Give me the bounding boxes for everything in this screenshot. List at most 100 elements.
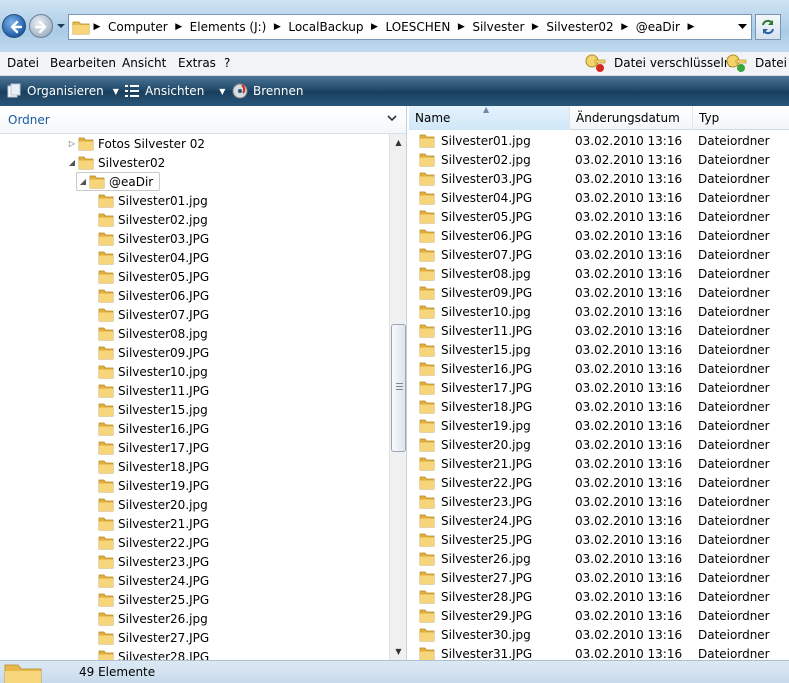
file-row[interactable]: Silvester05.JPG 03.02.2010 13:16 Dateiordn… <box>409 207 789 226</box>
scroll-down-arrow[interactable]: ▼ <box>390 643 407 660</box>
tree-item[interactable]: Silvester01.jpg <box>98 191 208 210</box>
file-row[interactable]: Silvester08.jpg 03.02.2010 13:16 Dateiordn… <box>409 264 789 283</box>
tree-item[interactable]: ◢ Silvester02 <box>66 153 165 172</box>
file-row[interactable]: Silvester03.JPG 03.02.2010 13:16 Dateiordn… <box>409 169 789 188</box>
tree-item[interactable]: Silvester05.JPG <box>98 267 209 286</box>
file-row[interactable]: Silvester28.JPG 03.02.2010 13:16 Dateiordn… <box>409 587 789 606</box>
breadcrumb-separator-icon[interactable]: ▶ <box>90 22 104 32</box>
file-row[interactable]: Silvester06.JPG 03.02.2010 13:16 Dateiordn… <box>409 226 789 245</box>
file-row[interactable]: Silvester07.JPG 03.02.2010 13:16 Dateiordn… <box>409 245 789 264</box>
tree-item[interactable]: Silvester18.JPG <box>98 457 209 476</box>
views-button[interactable]: Ansichten ▼ <box>124 83 225 99</box>
breadcrumb-item[interactable]: Silvester02 <box>542 20 617 34</box>
breadcrumb-separator-icon[interactable]: ▶ <box>270 22 284 32</box>
expand-arrow-icon[interactable]: ▷ <box>66 138 78 150</box>
refresh-button[interactable] <box>755 14 781 40</box>
tree-item[interactable]: Silvester16.JPG <box>98 419 209 438</box>
breadcrumb-separator-icon[interactable]: ▶ <box>528 22 542 32</box>
address-history-dropdown[interactable] <box>733 15 751 39</box>
menu-datei[interactable]: Datei <box>7 56 39 70</box>
file-row[interactable]: Silvester25.JPG 03.02.2010 13:16 Dateiordn… <box>409 530 789 549</box>
file-row[interactable]: Silvester20.jpg 03.02.2010 13:16 Dateiordn… <box>409 435 789 454</box>
file-row[interactable]: Silvester01.jpg 03.02.2010 13:16 Dateiordn… <box>409 131 789 150</box>
tree-item[interactable]: Silvester21.JPG <box>98 514 209 533</box>
file-row[interactable]: Silvester24.JPG 03.02.2010 13:16 Dateiordn… <box>409 511 789 530</box>
tree-item[interactable]: Silvester10.jpg <box>98 362 208 381</box>
collapse-arrow-icon[interactable]: ◢ <box>77 176 89 188</box>
tree-item[interactable]: Silvester04.JPG <box>98 248 209 267</box>
encrypt-file-button[interactable]: Datei verschlüsseln <box>584 53 731 73</box>
column-header-date[interactable]: Änderungsdatum <box>570 106 693 130</box>
decrypt-file-button[interactable]: Datei e <box>725 53 789 73</box>
tree-item[interactable]: Silvester02.jpg <box>98 210 208 229</box>
folders-pane-header[interactable]: Ordner <box>0 106 406 134</box>
tree-item[interactable]: ◢ @eaDir <box>76 172 161 191</box>
breadcrumb-item[interactable]: @eaDir <box>632 20 684 34</box>
file-row[interactable]: Silvester31.JPG 03.02.2010 13:16 Dateiordn… <box>409 644 789 660</box>
file-row[interactable]: Silvester19.jpg 03.02.2010 13:16 Dateiordn… <box>409 416 789 435</box>
column-header-name[interactable]: ▲ Name <box>409 106 570 130</box>
tree-item[interactable]: Silvester15.jpg <box>98 400 208 419</box>
file-row[interactable]: Silvester21.JPG 03.02.2010 13:16 Dateiordn… <box>409 454 789 473</box>
tree-item[interactable]: Silvester24.JPG <box>98 571 209 590</box>
tree-item[interactable]: Silvester06.JPG <box>98 286 209 305</box>
tree-item[interactable]: Silvester07.JPG <box>98 305 209 324</box>
file-row[interactable]: Silvester15.jpg 03.02.2010 13:16 Dateiordn… <box>409 340 789 359</box>
breadcrumb-separator-icon[interactable]: ▶ <box>618 22 632 32</box>
menu-extras[interactable]: Extras <box>178 56 216 70</box>
tree-item[interactable]: Silvester09.JPG <box>98 343 209 362</box>
collapse-arrow-icon[interactable]: ◢ <box>66 157 78 169</box>
burn-button[interactable]: Brennen <box>232 83 303 99</box>
file-row[interactable]: Silvester22.JPG 03.02.2010 13:16 Dateiordn… <box>409 473 789 492</box>
file-row[interactable]: Silvester16.JPG 03.02.2010 13:16 Dateiordn… <box>409 359 789 378</box>
menu-ansicht[interactable]: Ansicht <box>122 56 166 70</box>
file-row[interactable]: Silvester26.jpg 03.02.2010 13:16 Dateiordn… <box>409 549 789 568</box>
tree-item[interactable]: Silvester08.jpg <box>98 324 208 343</box>
scroll-up-arrow[interactable]: ▲ <box>390 134 407 151</box>
folder-tree-scrollbar[interactable]: ▲ ▼ <box>389 134 406 660</box>
file-row[interactable]: Silvester18.JPG 03.02.2010 13:16 Dateiordn… <box>409 397 789 416</box>
scrollbar-thumb[interactable] <box>391 324 406 452</box>
file-row[interactable]: Silvester23.JPG 03.02.2010 13:16 Dateiordn… <box>409 492 789 511</box>
breadcrumb-separator-icon[interactable]: ▶ <box>172 22 186 32</box>
breadcrumb-item[interactable]: Computer <box>104 20 172 34</box>
breadcrumb-item[interactable]: Elements (J:) <box>186 20 271 34</box>
file-row[interactable]: Silvester02.jpg 03.02.2010 13:16 Dateiordn… <box>409 150 789 169</box>
tree-item[interactable]: Silvester03.JPG <box>98 229 209 248</box>
file-row[interactable]: Silvester04.JPG 03.02.2010 13:16 Dateiordn… <box>409 188 789 207</box>
back-arrow-icon <box>10 20 22 34</box>
back-button[interactable] <box>2 14 26 38</box>
file-row[interactable]: Silvester10.jpg 03.02.2010 13:16 Dateiordn… <box>409 302 789 321</box>
breadcrumb-item[interactable]: LocalBackup <box>284 20 367 34</box>
menu-bearbeiten[interactable]: Bearbeiten <box>50 56 116 70</box>
menu-help[interactable]: ? <box>224 56 230 70</box>
breadcrumb-item[interactable]: Silvester <box>468 20 528 34</box>
address-field[interactable]: ▶ Computer ▶ Elements (J:) ▶ LocalBackup ▶ LOES… <box>68 14 752 40</box>
breadcrumb-separator-icon[interactable]: ▶ <box>684 22 698 32</box>
forward-button[interactable] <box>29 14 53 38</box>
file-list-pane: ▲ Name Änderungsdatum Typ Silvester01.jp… <box>409 106 789 660</box>
breadcrumb-separator-icon[interactable]: ▶ <box>454 22 468 32</box>
tree-item[interactable]: Silvester27.JPG <box>98 628 209 647</box>
organize-button[interactable]: Organisieren ▼ <box>6 83 119 99</box>
file-row[interactable]: Silvester30.jpg 03.02.2010 13:16 Dateiordn… <box>409 625 789 644</box>
tree-item[interactable]: Silvester25.JPG <box>98 590 209 609</box>
tree-item[interactable]: Silvester28.JPG <box>98 647 209 660</box>
tree-item[interactable]: Silvester17.JPG <box>98 438 209 457</box>
tree-item[interactable]: ▷ Fotos Silvester 02 <box>66 134 205 153</box>
tree-item[interactable]: Silvester20.jpg <box>98 495 208 514</box>
tree-item[interactable]: Silvester11.JPG <box>98 381 209 400</box>
tree-item[interactable]: Silvester19.JPG <box>98 476 209 495</box>
tree-item[interactable]: Silvester23.JPG <box>98 552 209 571</box>
column-header-type[interactable]: Typ <box>693 106 789 130</box>
file-row[interactable]: Silvester11.JPG 03.02.2010 13:16 Dateiordn… <box>409 321 789 340</box>
file-row[interactable]: Silvester17.JPG 03.02.2010 13:16 Dateiordn… <box>409 378 789 397</box>
recent-pages-dropdown[interactable] <box>56 20 66 32</box>
tree-item[interactable]: Silvester26.jpg <box>98 609 208 628</box>
breadcrumb-separator-icon[interactable]: ▶ <box>367 22 381 32</box>
breadcrumb-item[interactable]: LOESCHEN <box>381 20 454 34</box>
file-row[interactable]: Silvester09.JPG 03.02.2010 13:16 Dateiordn… <box>409 283 789 302</box>
file-row[interactable]: Silvester27.JPG 03.02.2010 13:16 Dateiordn… <box>409 568 789 587</box>
tree-item[interactable]: Silvester22.JPG <box>98 533 209 552</box>
file-row[interactable]: Silvester29.JPG 03.02.2010 13:16 Dateiordn… <box>409 606 789 625</box>
